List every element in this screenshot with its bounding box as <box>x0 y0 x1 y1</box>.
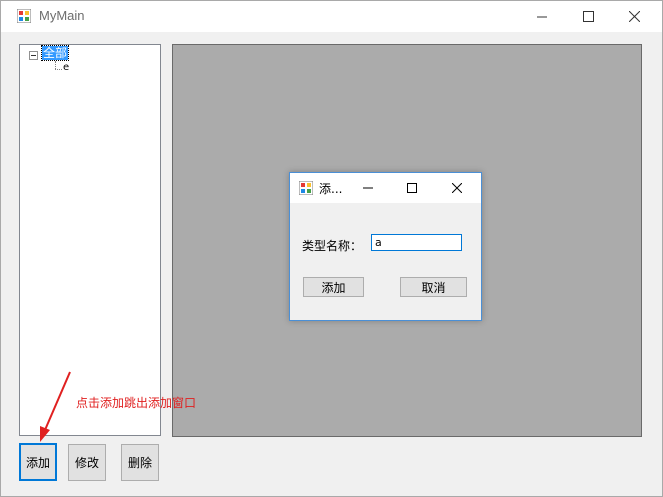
annotation-text: 点击添加跳出添加窗口 <box>76 396 197 410</box>
annotation-arrow <box>40 371 71 442</box>
